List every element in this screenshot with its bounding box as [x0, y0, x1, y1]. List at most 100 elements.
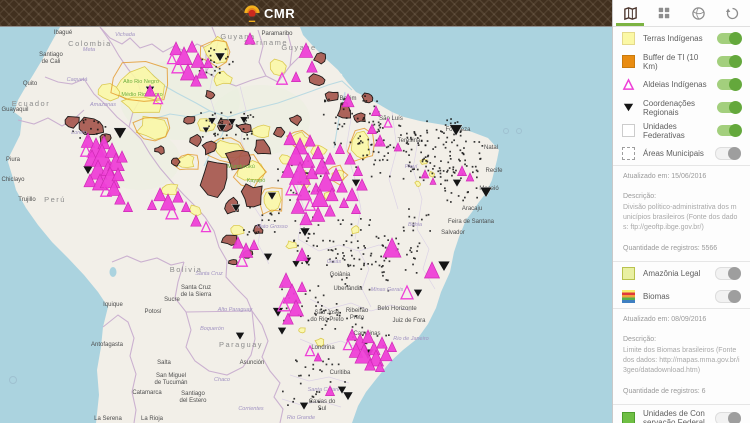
svg-text:Santa Cruz: Santa Cruz [195, 271, 223, 277]
svg-text:São Luís: São Luís [379, 116, 403, 122]
layer-row-aldeias[interactable]: Aldeias Indígenas [613, 73, 750, 96]
record-count: Quantidade de registros: 5566 [623, 245, 740, 252]
green-square-swatch [622, 412, 635, 423]
toggle-coordenacoes[interactable] [717, 102, 741, 113]
layer-label: Unidades Federativas [643, 122, 709, 140]
toggle-areas-municipais[interactable] [715, 147, 741, 160]
layer-label: Aldeias Indígenas [643, 80, 709, 89]
svg-text:San Miguelde Tucumán: San Miguelde Tucumán [154, 373, 187, 386]
svg-text:Piauí: Piauí [405, 164, 418, 170]
svg-text:Minas Gerais: Minas Gerais [371, 287, 404, 293]
layer-row-coordenacoes[interactable]: Coordenações Regionais [613, 96, 750, 119]
svg-text:La Rioja: La Rioja [141, 416, 164, 422]
white-square-swatch [622, 124, 635, 137]
toggle-unidades-conservacao[interactable] [715, 412, 741, 423]
pink-triangle-swatch [622, 78, 635, 91]
svg-text:Teresina: Teresina [398, 138, 421, 144]
toggle-amazonia-legal[interactable] [715, 267, 741, 280]
svg-text:Ibagué: Ibagué [54, 30, 73, 36]
layer-label: Unidades de Conservação Federal [643, 409, 707, 423]
layer-label: Terras Indígenas [643, 34, 709, 43]
layer-info-municipios: Atualizado em: 15/06/2016 Descrição: Div… [613, 166, 750, 261]
black-triangle-swatch [622, 101, 635, 114]
layer-label: Amazônia Legal [643, 269, 707, 278]
header-bar: CMR [0, 0, 612, 27]
layer-row-unidades-federativas[interactable]: Unidades Federativas [613, 119, 750, 142]
layer-row-buffer-ti[interactable]: Buffer de TI (10 Km) [613, 50, 750, 73]
history-icon [725, 6, 740, 21]
layer-list-3: Unidades de Conservação Federal [613, 405, 750, 423]
record-count: Quantidade de registros: 6 [623, 388, 740, 395]
svg-text:Caxias doSul: Caxias doSul [309, 399, 336, 412]
svg-text:Loreto: Loreto [71, 130, 87, 136]
svg-text:Bahia: Bahia [408, 222, 422, 228]
toggle-buffer-ti[interactable] [717, 56, 741, 67]
svg-text:Aracaju: Aracaju [462, 206, 482, 212]
lime-square-swatch [622, 267, 635, 280]
toggle-unidades-federativas[interactable] [717, 125, 741, 136]
svg-text:Goiânia: Goiânia [330, 272, 351, 278]
svg-text:Asunción: Asunción [240, 360, 265, 366]
updated-text: Atualizado em: 08/09/2016 [623, 316, 740, 323]
panel-tabs [613, 0, 750, 27]
description-text: Limite dos Biomas brasileiros (Fonte dos… [623, 346, 740, 376]
tab-layers[interactable] [613, 0, 647, 26]
svg-text:Catamarca: Catamarca [132, 390, 162, 396]
svg-text:Juiz de Fora: Juiz de Fora [392, 318, 426, 324]
svg-text:Rio de Janeiro: Rio de Janeiro [393, 336, 428, 342]
svg-text:Santiagode Cali: Santiagode Cali [39, 52, 63, 65]
svg-text:Sucre: Sucre [164, 297, 180, 303]
layer-row-biomas[interactable]: Biomas [613, 285, 750, 308]
layer-label: Buffer de TI (10 Km) [643, 53, 709, 71]
tab-history[interactable] [716, 0, 750, 26]
svg-text:Santa Cruzde la Sierra: Santa Cruzde la Sierra [181, 285, 212, 298]
svg-text:Recife: Recife [485, 168, 503, 174]
svg-text:Boquerón: Boquerón [200, 326, 224, 332]
description-text: Divisão político-administrativa dos muni… [623, 203, 740, 233]
svg-text:Trujillo: Trujillo [18, 197, 36, 203]
grid-icon [657, 6, 671, 20]
svg-text:Vichada: Vichada [115, 32, 135, 38]
tab-globe[interactable] [682, 0, 716, 26]
svg-text:Chaco: Chaco [214, 377, 230, 383]
svg-text:Santiagodel Estero: Santiagodel Estero [179, 391, 207, 404]
layer-label: Biomas [643, 292, 707, 301]
layer-row-areas-municipais[interactable]: Áreas Municipais [613, 142, 750, 165]
svg-text:Goiás: Goiás [327, 259, 342, 265]
layer-list-2: Amazônia Legal Biomas [613, 262, 750, 308]
layers-map-icon [623, 6, 638, 21]
toggle-terras-indigenas[interactable] [717, 33, 741, 44]
globe-icon [691, 6, 706, 21]
svg-text:Feira de Santana: Feira de Santana [448, 219, 495, 225]
app-title: CMR [264, 6, 295, 21]
layer-row-amazonia-legal[interactable]: Amazônia Legal [613, 262, 750, 285]
svg-text:Chiclayo: Chiclayo [1, 177, 25, 183]
svg-text:Alto Rio Negro: Alto Rio Negro [123, 79, 159, 85]
tab-grid[interactable] [647, 0, 681, 26]
dashed-square-swatch [622, 147, 635, 160]
svg-text:Meta: Meta [83, 47, 95, 53]
svg-text:Iquique: Iquique [103, 302, 123, 308]
toggle-aldeias[interactable] [717, 79, 741, 90]
layer-row-unidades-conservacao[interactable]: Unidades de Conservação Federal [613, 405, 750, 423]
brand: CMR [243, 0, 295, 26]
layer-row-terras-indigenas[interactable]: Terras Indígenas [613, 27, 750, 50]
biomas-legend-swatch [622, 290, 635, 303]
svg-text:Mato Grosso: Mato Grosso [256, 224, 287, 230]
layer-label: Áreas Municipais [643, 149, 707, 158]
toggle-biomas[interactable] [715, 290, 741, 303]
map-container[interactable]: ColombiaEcuadorPerúBoliviaParaguayGuyana… [0, 27, 612, 423]
svg-text:Caquetá: Caquetá [67, 77, 88, 83]
description-label: Descrição: [623, 336, 740, 343]
svg-text:Potosí: Potosí [144, 309, 161, 315]
layer-list: Terras Indígenas Buffer de TI (10 Km) Al… [613, 27, 750, 165]
svg-text:Rio Grande: Rio Grande [287, 415, 315, 421]
svg-text:Corrientes: Corrientes [238, 406, 264, 412]
cmr-logo-icon [243, 3, 261, 23]
svg-text:Quito: Quito [23, 81, 38, 87]
layer-label: Coordenações Regionais [643, 99, 709, 117]
svg-text:Uberlândia: Uberlândia [333, 286, 363, 292]
svg-text:Mundurukú: Mundurukú [227, 164, 255, 170]
svg-text:Natal: Natal [484, 145, 498, 151]
map-canvas[interactable]: ColombiaEcuadorPerúBoliviaParaguayGuyana… [0, 27, 612, 423]
